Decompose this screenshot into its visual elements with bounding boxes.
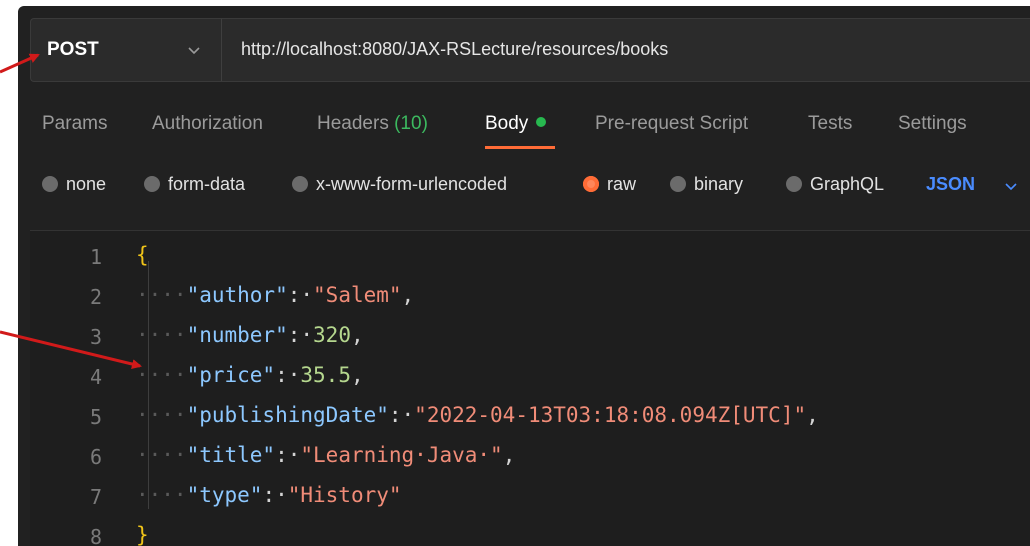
- annotation-arrows: [0, 53, 142, 369]
- arrow-to-price: [0, 330, 142, 369]
- arrow-to-method: [0, 53, 40, 74]
